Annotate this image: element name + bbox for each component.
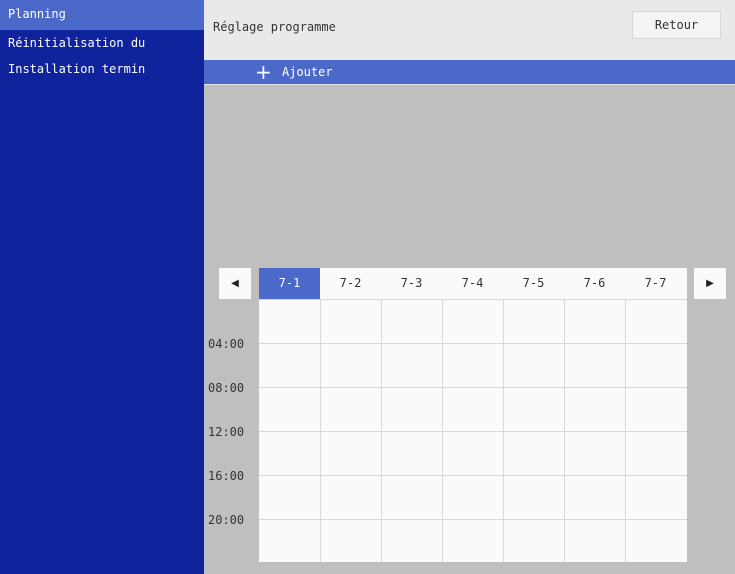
time-label-1600: 16:00 xyxy=(208,469,245,483)
schedule-grid[interactable]: 7-1 7-2 7-3 7-4 7-5 7-6 7-7 xyxy=(259,268,687,562)
time-label-2000: 20:00 xyxy=(208,513,245,527)
day-tab-7-6[interactable]: 7-6 xyxy=(564,268,625,299)
page-title: Réglage programme xyxy=(213,20,336,34)
grid-row-divider xyxy=(259,475,687,476)
grid-row-divider xyxy=(259,343,687,344)
add-button[interactable]: + Ajouter xyxy=(204,60,735,85)
day-tab-7-3[interactable]: 7-3 xyxy=(381,268,442,299)
sidebar-item-installation[interactable]: Installation termin xyxy=(0,56,204,82)
back-button[interactable]: Retour xyxy=(632,11,721,39)
triangle-right-icon: ▶ xyxy=(706,278,714,289)
time-label-0400: 04:00 xyxy=(208,337,245,351)
previous-week-button[interactable]: ◀ xyxy=(219,268,251,299)
triangle-left-icon: ◀ xyxy=(231,278,239,289)
day-tab-7-5[interactable]: 7-5 xyxy=(503,268,564,299)
day-tab-7-2[interactable]: 7-2 xyxy=(320,268,381,299)
grid-row-divider xyxy=(259,519,687,520)
day-tab-7-1[interactable]: 7-1 xyxy=(259,268,320,299)
grid-row-divider xyxy=(259,431,687,432)
time-label-1200: 12:00 xyxy=(208,425,245,439)
add-label: Ajouter xyxy=(282,65,333,79)
next-week-button[interactable]: ▶ xyxy=(694,268,726,299)
plus-icon: + xyxy=(255,60,272,84)
sidebar-item-planning[interactable]: Planning xyxy=(0,0,204,30)
day-tab-7-7[interactable]: 7-7 xyxy=(625,268,686,299)
sidebar: Planning Réinitialisation du Installatio… xyxy=(0,0,204,574)
header-bar: Réglage programme Retour xyxy=(204,0,735,60)
grid-row-divider xyxy=(259,299,687,300)
grid-row-divider xyxy=(259,387,687,388)
time-label-0800: 08:00 xyxy=(208,381,245,395)
day-tab-7-4[interactable]: 7-4 xyxy=(442,268,503,299)
sidebar-item-reset[interactable]: Réinitialisation du xyxy=(0,30,204,56)
